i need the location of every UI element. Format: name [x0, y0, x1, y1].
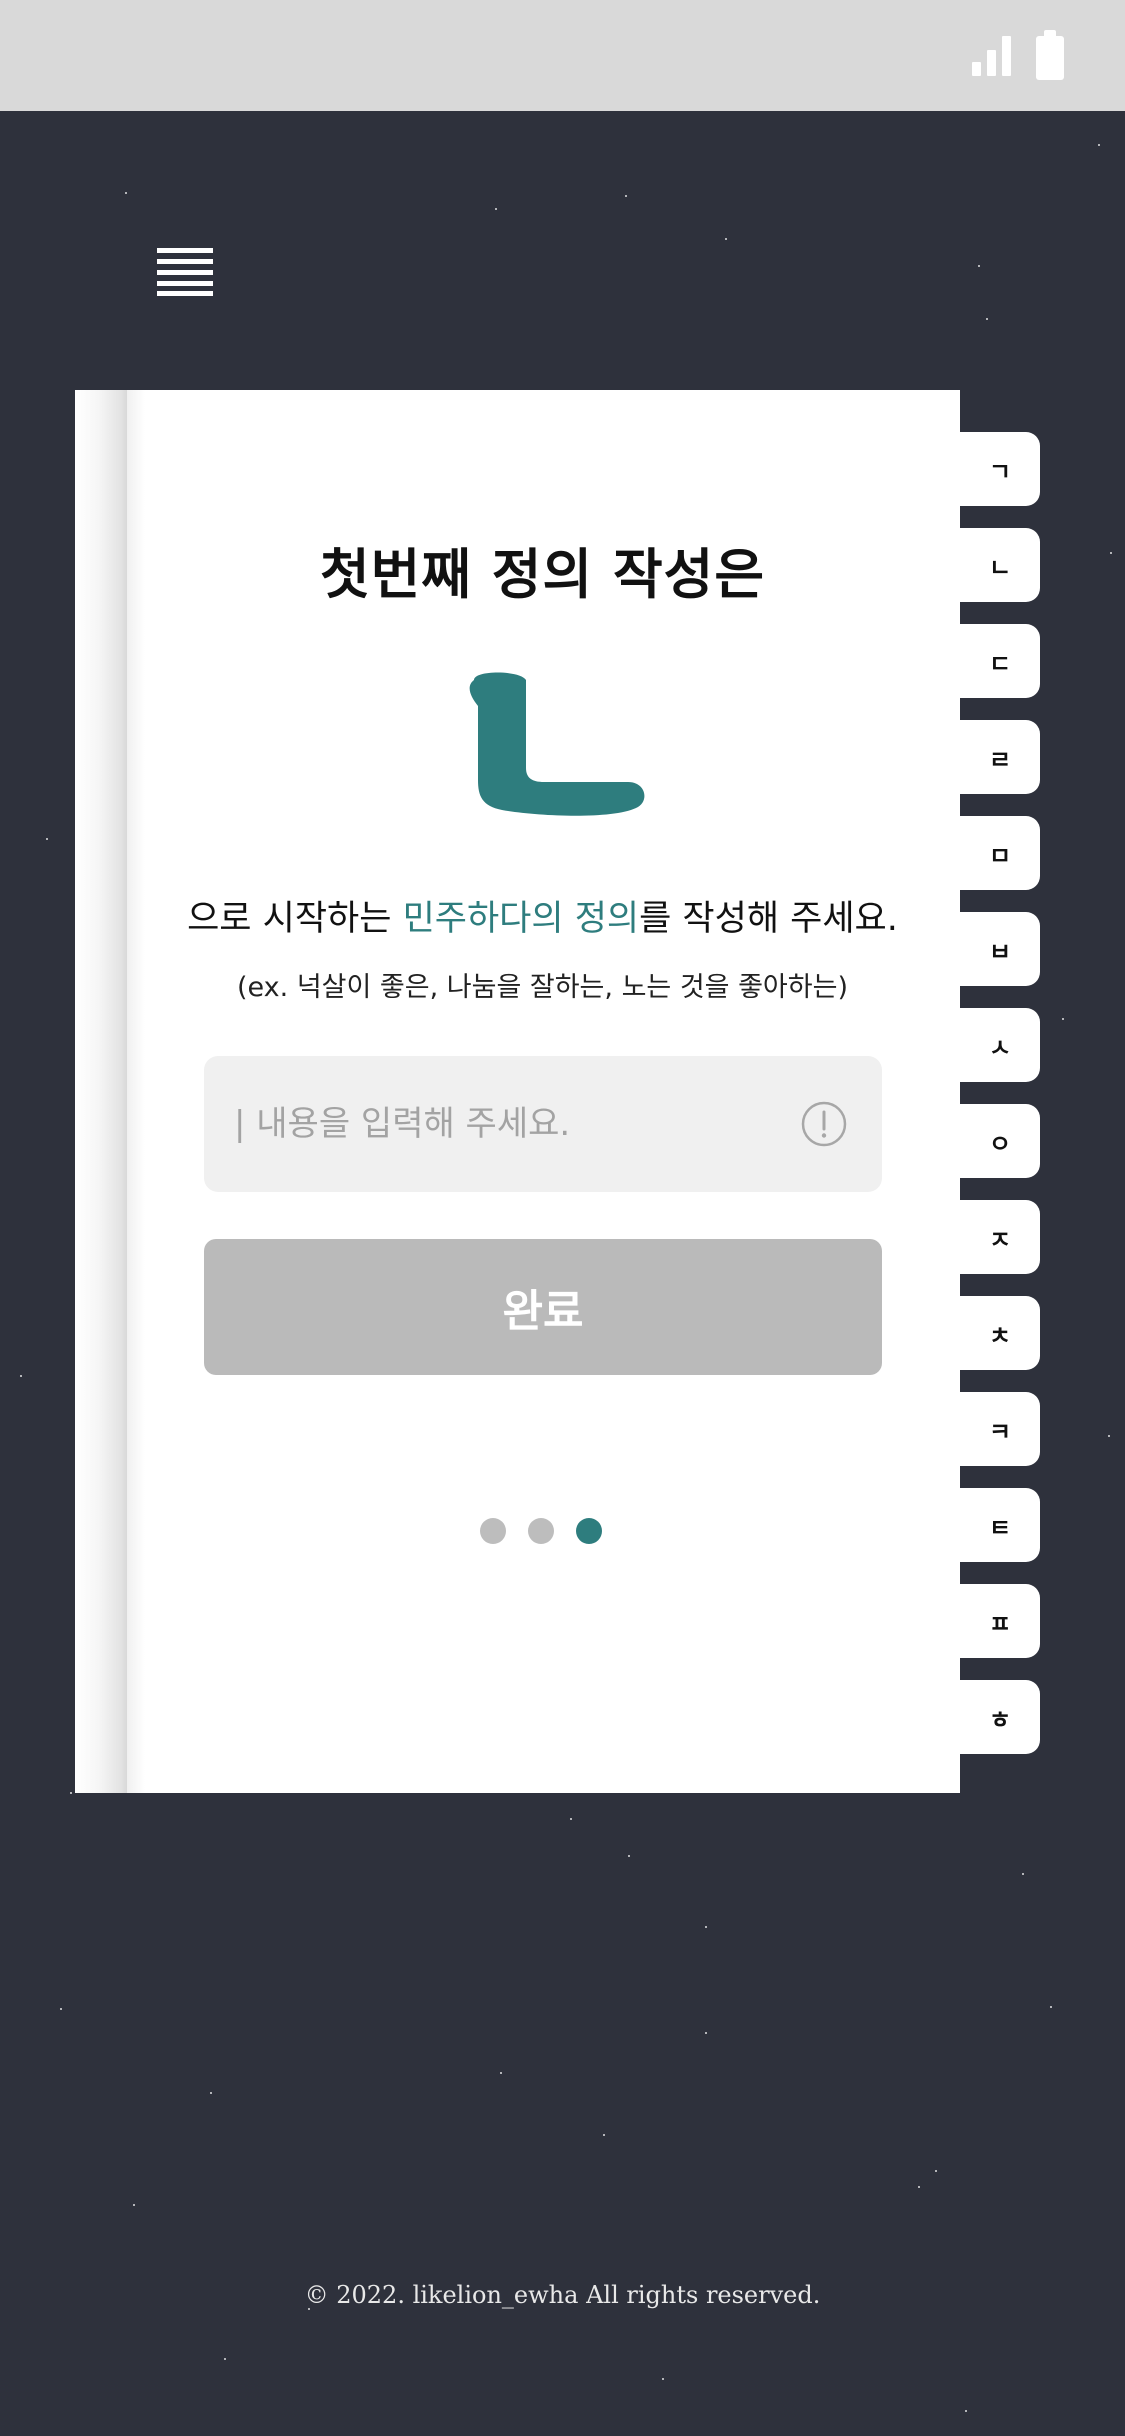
star [705, 1926, 707, 1928]
index-tab[interactable]: ㅇ [960, 1104, 1040, 1178]
instruction-suffix: 를 작성해 주세요. [639, 899, 898, 939]
index-tab[interactable]: ㅂ [960, 912, 1040, 986]
instruction-highlight: 민주하다의 정의 [402, 899, 640, 939]
star [725, 238, 727, 240]
footer-copyright: © 2022. likelion_ewha All rights reserve… [304, 2281, 821, 2309]
star [625, 195, 627, 197]
submit-button[interactable]: 완료 [204, 1239, 882, 1375]
definition-card: 첫번째 정의 작성은 으로 시작하는 민주하다의 정의를 작성해 주세요. (e… [75, 390, 960, 1793]
definition-input-box[interactable] [204, 1056, 882, 1192]
star [570, 1818, 572, 1820]
star [1062, 1018, 1064, 1020]
star [60, 2008, 62, 2010]
star [20, 1375, 22, 1377]
star [70, 1792, 72, 1794]
star [965, 2410, 967, 2412]
star [628, 1855, 630, 1857]
status-bar [0, 0, 1125, 111]
star [705, 2032, 707, 2034]
pagination-dots [480, 1518, 660, 1548]
consonant-display [469, 672, 645, 816]
index-tab[interactable]: ㄴ [960, 528, 1040, 602]
star [1022, 1873, 1024, 1875]
star [978, 265, 980, 267]
signal-bars-icon [972, 36, 1012, 76]
pagination-dot-1[interactable] [480, 1518, 506, 1544]
index-tab[interactable]: ㄱ [960, 432, 1040, 506]
index-tab[interactable]: ㅍ [960, 1584, 1040, 1658]
battery-icon [1036, 30, 1064, 80]
pagination-dot-2[interactable] [528, 1518, 554, 1544]
instruction-prefix: 으로 시작하는 [187, 899, 403, 939]
index-tab[interactable]: ㅈ [960, 1200, 1040, 1274]
star [1050, 2006, 1052, 2008]
star [603, 2134, 605, 2136]
index-tab[interactable]: ㅎ [960, 1680, 1040, 1754]
index-tab[interactable]: ㅌ [960, 1488, 1040, 1562]
definition-input[interactable] [234, 1056, 794, 1192]
index-tab[interactable]: ㅊ [960, 1296, 1040, 1370]
instruction-text: 으로 시작하는 민주하다의 정의를 작성해 주세요. [75, 890, 1010, 941]
index-tab[interactable]: ㄷ [960, 624, 1040, 698]
star [495, 208, 497, 210]
star [224, 2358, 226, 2360]
index-tab[interactable]: ㅅ [960, 1008, 1040, 1082]
card-title: 첫번째 정의 작성은 [319, 542, 766, 606]
index-tab[interactable]: ㅋ [960, 1392, 1040, 1466]
star [210, 2092, 212, 2094]
exclamation-circle-icon [801, 1101, 847, 1147]
star [935, 2170, 937, 2172]
index-tab[interactable]: ㅁ [960, 816, 1040, 890]
example-text: (ex. 넉살이 좋은, 나눔을 잘하는, 노는 것을 좋아하는) [237, 972, 848, 1003]
star [125, 192, 127, 194]
star [1110, 552, 1112, 554]
star [918, 2186, 920, 2188]
star [986, 318, 988, 320]
star [500, 2072, 502, 2074]
index-tab[interactable]: ㄹ [960, 720, 1040, 794]
star [662, 2378, 664, 2380]
star [133, 2204, 135, 2206]
hamburger-menu-icon[interactable] [157, 248, 213, 296]
pagination-dot-3[interactable] [576, 1518, 602, 1544]
star [46, 838, 48, 840]
star [1098, 144, 1100, 146]
star [1108, 1435, 1110, 1437]
